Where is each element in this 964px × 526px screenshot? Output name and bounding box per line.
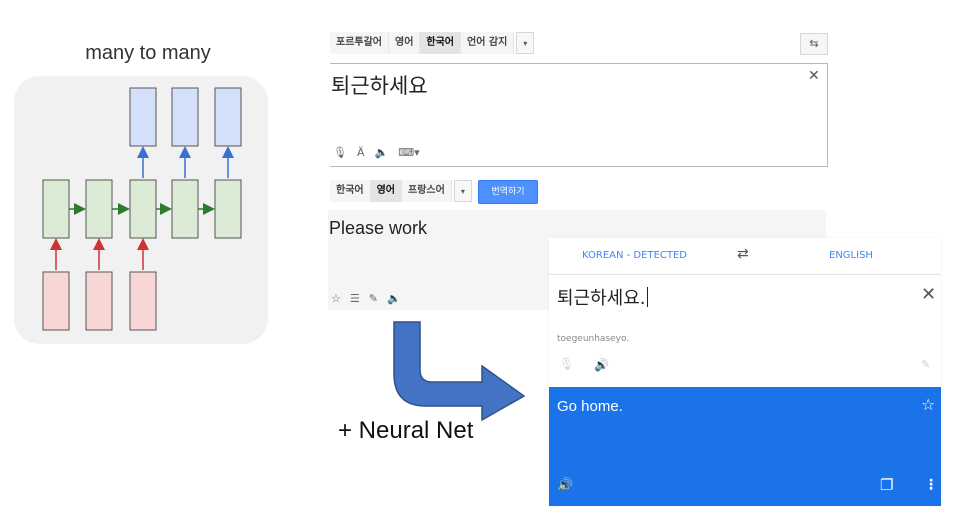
- input-box: [42, 271, 70, 331]
- tab-english[interactable]: 영어: [370, 180, 403, 202]
- result-toolbar: ☆ ☰ ✎ 🔈: [331, 292, 401, 305]
- keyboard-icon[interactable]: ⌨▾: [398, 146, 419, 159]
- speaker-icon[interactable]: 🔈: [375, 146, 389, 159]
- target-language-tabs: 한국어 영어 프랑스어 ▾: [330, 180, 472, 202]
- pencil-icon[interactable]: ✎: [369, 292, 378, 305]
- swap-languages-button[interactable]: ⇆: [800, 33, 828, 55]
- language-bar: KOREAN - DETECTED ⇄ ENGLISH: [549, 238, 941, 275]
- swap-icon: ⇆: [809, 37, 819, 50]
- rnn-diagram: [42, 87, 242, 331]
- input-box: [129, 271, 157, 331]
- input-text-value: 퇴근하세요.: [557, 288, 646, 309]
- output-text: Go home.: [557, 398, 623, 415]
- input-text[interactable]: 퇴근하세요.: [557, 284, 648, 310]
- text-caret: [646, 287, 648, 307]
- tab-french[interactable]: 프랑스어: [402, 180, 452, 202]
- chevron-down-icon[interactable]: ▾: [516, 32, 535, 54]
- keyboard-accent-icon[interactable]: Ä: [357, 146, 365, 159]
- mic-icon[interactable]: 🎙: [559, 357, 574, 371]
- source-text[interactable]: 퇴근하세요: [331, 70, 428, 100]
- input-box: [85, 271, 113, 331]
- tab-detect-language[interactable]: 언어 감지: [461, 32, 515, 54]
- output-box: [129, 87, 157, 147]
- flow-arrow: [393, 321, 526, 422]
- translate-button[interactable]: 번역하기: [478, 180, 538, 204]
- speaker-icon[interactable]: 🔊: [557, 478, 573, 493]
- hidden-box: [42, 179, 70, 239]
- star-icon[interactable]: ☆: [331, 292, 341, 305]
- close-icon[interactable]: ✕: [808, 68, 820, 84]
- tab-korean[interactable]: 한국어: [330, 180, 371, 202]
- chevron-down-icon[interactable]: ▾: [453, 180, 472, 202]
- tab-korean[interactable]: 한국어: [420, 32, 462, 54]
- target-language-button[interactable]: ENGLISH: [829, 250, 873, 261]
- swap-icon[interactable]: ⇄: [737, 246, 749, 262]
- source-toolbar: 🎙 Ä 🔈 ⌨▾: [333, 146, 420, 159]
- list-icon[interactable]: ☰: [350, 292, 360, 305]
- pencil-icon[interactable]: ✎: [921, 358, 930, 371]
- speaker-icon[interactable]: 🔈: [387, 292, 401, 305]
- more-options-icon[interactable]: ⋮: [924, 477, 938, 493]
- output-box: [214, 87, 242, 147]
- star-icon[interactable]: ☆: [921, 395, 935, 414]
- hidden-box: [129, 179, 157, 239]
- result-text: Please work: [329, 218, 428, 238]
- copy-icon[interactable]: ❐: [880, 476, 893, 494]
- close-icon[interactable]: ✕: [921, 284, 936, 305]
- romanization: toegeunhaseyo.: [557, 334, 630, 344]
- tab-portuguese[interactable]: 포르투갈어: [330, 32, 389, 54]
- hidden-box: [171, 179, 199, 239]
- diagram-title: many to many: [85, 42, 211, 64]
- source-language-tabs: 포르투갈어 영어 한국어 언어 감지 ▾: [330, 32, 535, 54]
- mic-icon[interactable]: 🎙: [333, 146, 347, 159]
- speaker-icon[interactable]: 🔊: [594, 358, 609, 372]
- source-language-button[interactable]: KOREAN - DETECTED: [582, 250, 687, 261]
- hidden-box: [85, 179, 113, 239]
- hidden-box: [214, 179, 242, 239]
- output-box: [171, 87, 199, 147]
- neural-net-label: + Neural Net: [338, 417, 474, 444]
- tab-english[interactable]: 영어: [389, 32, 421, 54]
